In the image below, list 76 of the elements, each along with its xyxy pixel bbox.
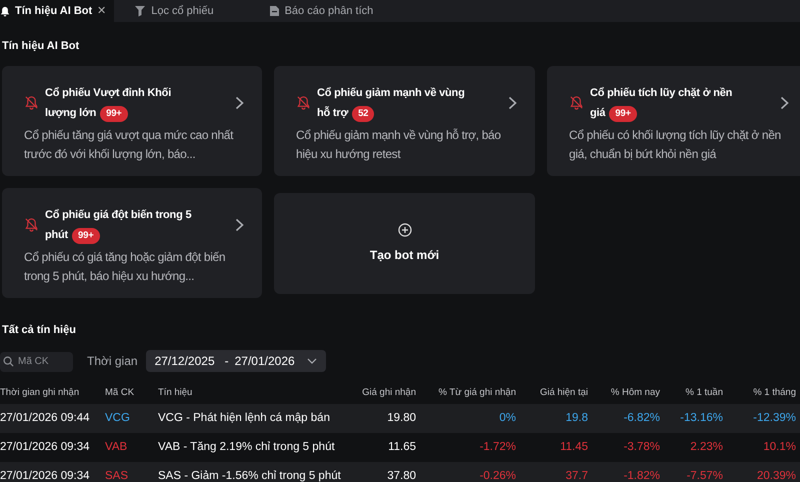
- bot-title: Cổ phiếu giá đột biến trong 5 phút 99+: [45, 204, 203, 244]
- search-icon: [3, 356, 14, 367]
- bot-description: Cổ phiếu tăng giá vượt qua mức cao nhất trước đó với khối lượng lớn, báo...: [24, 126, 234, 162]
- table-cell: 19.80: [340, 404, 420, 433]
- add-icon: [398, 222, 412, 236]
- table-cell: 20.39%: [727, 462, 800, 482]
- column-header: Mã CK: [105, 382, 158, 404]
- ticker-link[interactable]: SAS: [105, 462, 158, 482]
- table-cell: 27/01/2026 09:44: [0, 404, 105, 433]
- notification-off-icon: [296, 95, 311, 110]
- column-header: Giá hiện tại: [520, 382, 592, 404]
- table-cell: 2.23%: [664, 433, 727, 462]
- table-cell: -1.72%: [420, 433, 520, 462]
- table-cell: -0.26%: [420, 462, 520, 482]
- table-cell: -12.39%: [727, 404, 800, 433]
- notification-off-icon: [24, 95, 39, 110]
- table-cell: 37.7: [520, 462, 592, 482]
- table-cell: VCG - Phát hiện lệnh cá mập bán: [158, 404, 340, 433]
- filter-icon: [134, 5, 146, 17]
- date-range-picker[interactable]: 27/12/2025 - 27/01/2026: [146, 350, 326, 372]
- column-header: % 1 tuần: [664, 382, 727, 404]
- chevron-right-icon: [508, 96, 517, 110]
- time-label: Thời gian: [87, 353, 138, 370]
- bot-card[interactable]: Cổ phiếu Vượt đỉnh Khối lượng lớn 99+ Cổ phiếu tăng giá vượt qua mức cao nhất trước đó với khối lượng lớn, báo...: [2, 66, 262, 176]
- table-cell: -7.57%: [664, 462, 727, 482]
- chevron-right-icon: [235, 96, 244, 110]
- table-cell: 37.80: [340, 462, 420, 482]
- create-bot-button[interactable]: Tạo bot mới: [274, 192, 535, 294]
- table-cell: 19.8: [520, 404, 592, 433]
- column-header: % Hôm nay: [592, 382, 664, 404]
- count-badge: 52: [352, 106, 374, 122]
- table-cell: 27/01/2026 09:34: [0, 433, 105, 462]
- bot-title: Cổ phiếu tích lũy chặt ở nền giá 99+: [590, 82, 748, 122]
- table-cell: VAB - Tăng 2.19% chỉ trong 5 phút: [158, 433, 340, 462]
- ticker-link[interactable]: VCG: [105, 404, 158, 433]
- bot-description: Cổ phiếu giảm mạnh về vùng hỗ trợ, báo hiệu xu hướng retest: [296, 126, 502, 162]
- table-cell: 11.45: [520, 433, 592, 462]
- bot-card[interactable]: Cổ phiếu giá đột biến trong 5 phút 99+ Cổ phiếu có giá tăng hoặc giảm đột biến trong 5 phút, báo hiệu xu hướng...: [2, 188, 262, 298]
- table-cell: 27/01/2026 09:34: [0, 462, 105, 482]
- ticker-link[interactable]: VAB: [105, 433, 158, 462]
- count-badge: 99+: [609, 106, 637, 122]
- bot-title: Cổ phiếu Vượt đỉnh Khối lượng lớn 99+: [45, 82, 203, 122]
- bot-description: Cổ phiếu có khối lượng tích lũy chặt ở nền giá, chuẩn bị bứt khỏi nền giá: [569, 126, 782, 162]
- tab[interactable]: Tín hiệu AI Bot ✕: [0, 0, 114, 22]
- bell-icon: [0, 5, 10, 17]
- count-badge: 99+: [72, 228, 100, 244]
- table-cell: -6.82%: [592, 404, 664, 433]
- table-cell: 0%: [420, 404, 520, 433]
- notification-off-icon: [569, 95, 584, 110]
- section-title: Tất cả tín hiệu: [2, 322, 77, 338]
- chevron-right-icon: [235, 218, 244, 232]
- bot-card[interactable]: Cổ phiếu tích lũy chặt ở nền giá 99+ Cổ phiếu có khối lượng tích lũy chặt ở nền giá, chuẩn bị bứt khỏi nền giá: [547, 66, 800, 176]
- chevron-right-icon: [780, 96, 789, 110]
- column-header: % 1 tháng: [727, 382, 800, 404]
- table-cell: SAS - Giảm -1.56% chỉ trong 5 phút: [158, 462, 340, 482]
- column-header: % Từ giá ghi nhận: [420, 382, 520, 404]
- notification-off-icon: [24, 217, 39, 232]
- table-cell: -1.82%: [592, 462, 664, 482]
- tab[interactable]: Báo cáo phân tích: [268, 0, 388, 22]
- tab[interactable]: Lọc cổ phiếu: [134, 0, 228, 22]
- column-header: Thời gian ghi nhận: [0, 382, 105, 404]
- table-cell: 10.1%: [727, 433, 800, 462]
- close-icon[interactable]: ✕: [97, 2, 106, 20]
- column-header: Giá ghi nhận: [340, 382, 420, 404]
- table-cell: 11.65: [340, 433, 420, 462]
- count-badge: 99+: [100, 106, 128, 122]
- bot-description: Cổ phiếu có giá tăng hoặc giảm đột biến trong 5 phút, báo hiệu xu hướng...: [24, 248, 226, 284]
- column-header: Tín hiệu: [158, 382, 340, 404]
- document-icon: [268, 5, 280, 17]
- bot-title: Cổ phiếu giảm mạnh về vùng hỗ trợ 52: [317, 82, 475, 122]
- chevron-down-icon: [306, 357, 317, 365]
- section-title: Tín hiệu AI Bot: [2, 39, 80, 54]
- table-cell: -13.16%: [664, 404, 727, 433]
- bot-card[interactable]: Cổ phiếu giảm mạnh về vùng hỗ trợ 52 Cổ phiếu giảm mạnh về vùng hỗ trợ, báo hiệu xu hướng retest: [274, 66, 535, 176]
- search-field[interactable]: Mã CK: [0, 352, 73, 372]
- table-cell: -3.78%: [592, 433, 664, 462]
